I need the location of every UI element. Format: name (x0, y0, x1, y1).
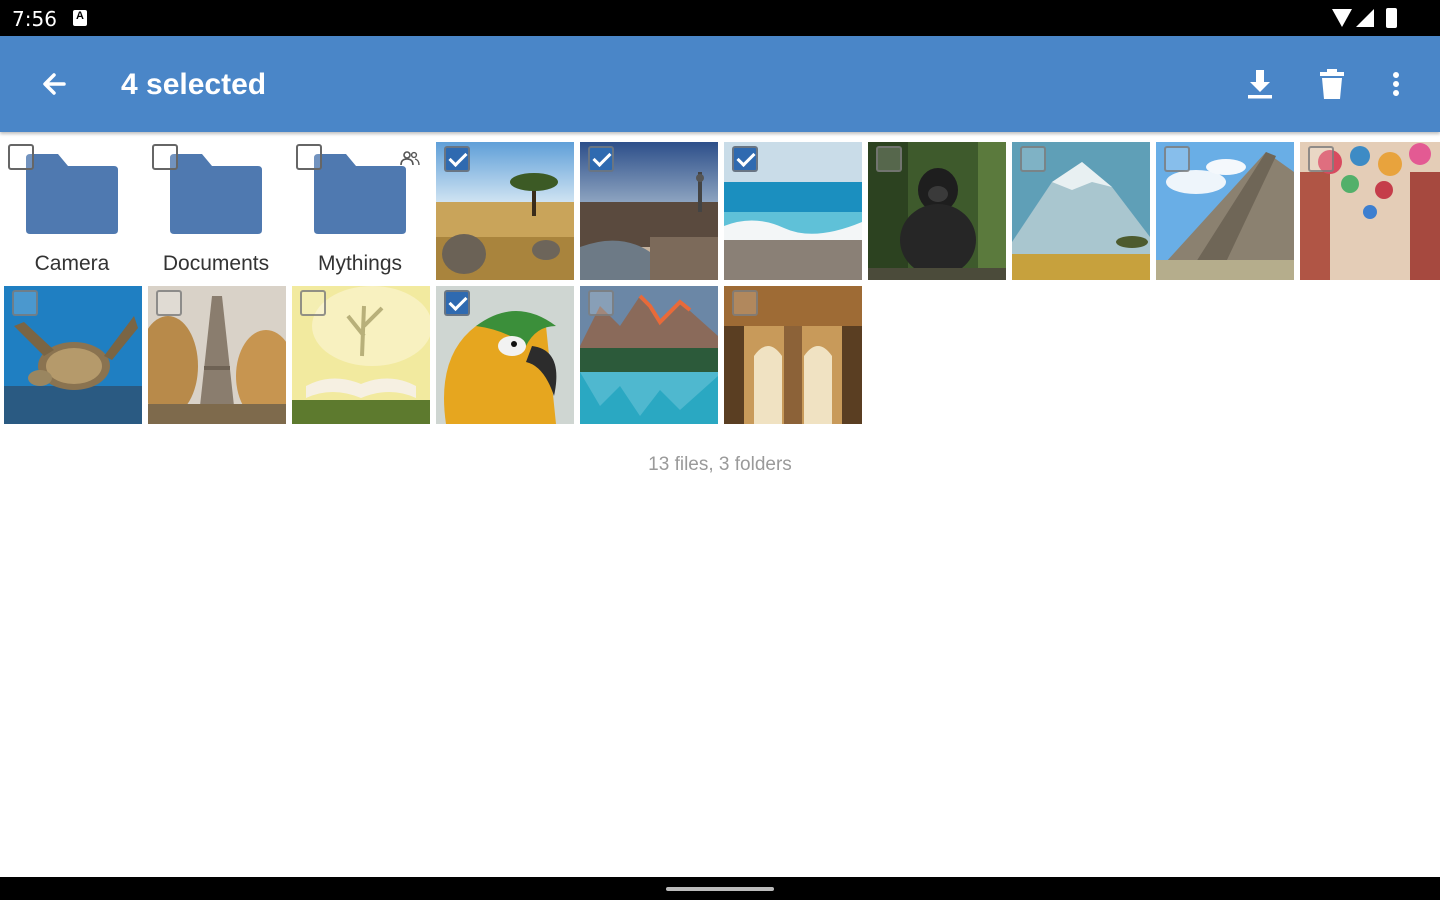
folder-icon (170, 154, 262, 234)
folder-icon (26, 154, 118, 234)
folder-name: Documents (162, 252, 270, 275)
folder-icon (314, 154, 406, 234)
photo-checkbox[interactable] (444, 290, 470, 316)
battery-icon (1386, 8, 1397, 28)
photo-ocean-beach[interactable] (724, 142, 862, 280)
notification-a-icon (73, 10, 87, 26)
photo-checkbox[interactable] (876, 146, 902, 172)
home-gesture-handle[interactable] (666, 887, 774, 891)
more-options-button[interactable] (1376, 64, 1416, 104)
photo-eiffel-tower-autumn[interactable] (148, 286, 286, 424)
status-bar: 7:56 (0, 0, 1440, 36)
app-bar: 4 selected (0, 36, 1440, 132)
delete-icon (1320, 69, 1344, 99)
photo-macaw-parrot[interactable] (436, 286, 574, 424)
folder-checkbox[interactable] (152, 144, 178, 170)
photo-pyramid-temple[interactable] (1156, 142, 1294, 280)
photo-checkbox[interactable] (732, 146, 758, 172)
download-button[interactable] (1240, 64, 1280, 104)
photo-sea-turtle[interactable] (4, 286, 142, 424)
back-button[interactable] (34, 64, 74, 104)
photo-checkbox[interactable] (300, 290, 326, 316)
photo-gorilla[interactable] (868, 142, 1006, 280)
photo-checkbox[interactable] (588, 146, 614, 172)
photo-checkbox[interactable] (588, 290, 614, 316)
folder-name: Camera (34, 252, 110, 275)
delete-button[interactable] (1312, 64, 1352, 104)
photo-checkbox[interactable] (12, 290, 38, 316)
photo-checkbox[interactable] (156, 290, 182, 316)
photo-mountain-lake[interactable] (580, 286, 718, 424)
photo-umbrella-street[interactable] (1300, 142, 1440, 280)
status-time: 7:56 (12, 7, 57, 31)
photo-checkbox[interactable] (1164, 146, 1190, 172)
folder-mythings[interactable]: Mythings (288, 140, 432, 280)
shared-people-icon (400, 151, 420, 166)
photo-checkbox[interactable] (732, 290, 758, 316)
folder-checkbox[interactable] (296, 144, 322, 170)
selection-count-title: 4 selected (121, 68, 267, 101)
photo-savanna-elephants[interactable] (436, 142, 574, 280)
file-folder-count: 13 files, 3 folders (648, 454, 792, 475)
arrow-back-icon (43, 73, 66, 95)
folder-camera[interactable]: Camera (0, 140, 144, 280)
folder-name: Mythings (317, 252, 403, 275)
folder-documents[interactable]: Documents (144, 140, 288, 280)
photo-checkbox[interactable] (1308, 146, 1334, 172)
wifi-icon (1332, 9, 1352, 27)
photo-checkbox[interactable] (444, 146, 470, 172)
photo-city-river-sunset[interactable] (580, 142, 718, 280)
photo-open-book[interactable] (292, 286, 430, 424)
photo-mountain-plain[interactable] (1012, 142, 1150, 280)
signal-icon (1356, 9, 1374, 27)
more-vert-icon (1393, 72, 1399, 96)
photo-checkbox[interactable] (1020, 146, 1046, 172)
download-icon (1248, 70, 1272, 99)
photo-arched-palace[interactable] (724, 286, 862, 424)
folder-checkbox[interactable] (8, 144, 34, 170)
